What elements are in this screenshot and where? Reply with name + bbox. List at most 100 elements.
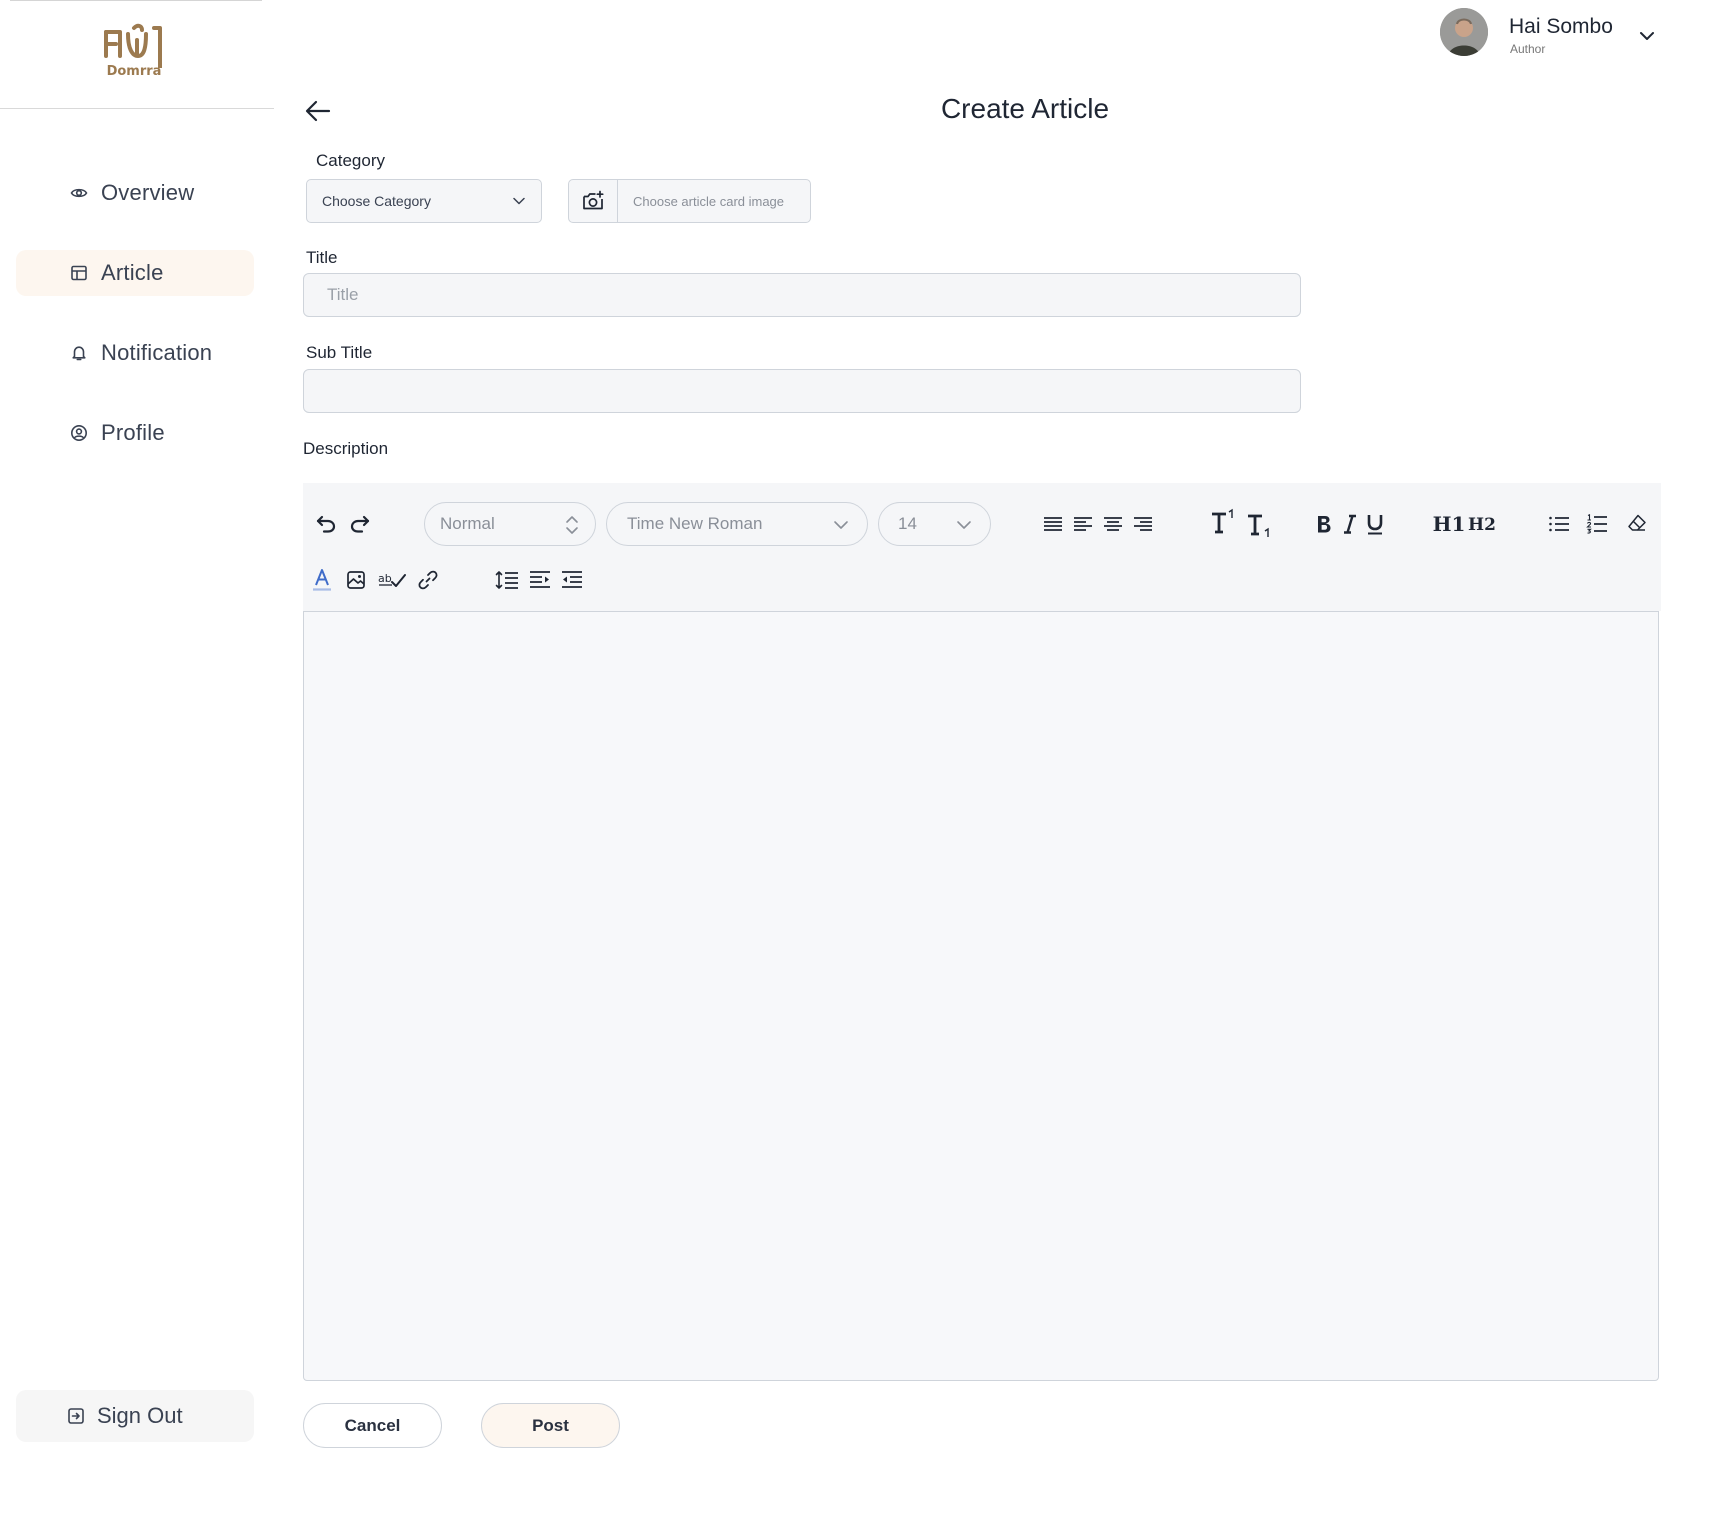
subscript-button[interactable] (1246, 508, 1274, 540)
eye-icon (70, 188, 88, 198)
align-justify-button[interactable] (1042, 514, 1064, 534)
editor-content-area[interactable] (303, 611, 1659, 1381)
bullet-list-icon (1549, 516, 1569, 532)
sidebar-item-label: Overview (101, 180, 195, 205)
sidebar-item-label: Notification (101, 340, 213, 365)
category-label: Category (316, 151, 385, 170)
font-size-select[interactable]: 14 (878, 502, 991, 546)
redo-icon (350, 515, 370, 533)
chevron-up-down-icon (566, 516, 578, 534)
superscript-button[interactable] (1210, 506, 1238, 538)
sidebar: Domrra Overview Article Notification Pro… (0, 0, 274, 1527)
undo-icon (316, 515, 336, 533)
line-height-icon (495, 571, 518, 589)
category-select-value: Choose Category (322, 193, 431, 209)
sign-out-button[interactable]: Sign Out (16, 1390, 254, 1442)
back-button[interactable] (304, 98, 332, 124)
user-role: Author (1510, 42, 1546, 56)
align-justify-icon (1044, 517, 1062, 531)
sign-out-icon (68, 1408, 84, 1424)
superscript-icon (1212, 508, 1233, 534)
category-select[interactable]: Choose Category (306, 179, 542, 223)
align-center-button[interactable] (1102, 514, 1124, 534)
image-picker-placeholder: Choose article card image (633, 194, 785, 209)
sidebar-divider (0, 108, 274, 109)
description-label: Description (303, 439, 389, 458)
logo-mark-icon (104, 23, 162, 74)
line-height-button[interactable] (495, 569, 519, 591)
link-icon (418, 570, 438, 590)
sidebar-item-label: Profile (101, 420, 165, 445)
chevron-down-icon (513, 197, 525, 205)
clear-format-button[interactable] (1626, 512, 1648, 534)
title-label: Title (306, 248, 338, 267)
align-left-icon (1074, 517, 1092, 531)
sidebar-item-notification[interactable]: Notification (16, 330, 254, 376)
page-title: Create Article (940, 93, 1110, 124)
outdent-button[interactable] (561, 569, 583, 591)
avatar-photo-icon (1440, 8, 1488, 56)
heading-1-label: H1 (1432, 512, 1466, 536)
svg-text:ab: ab (378, 572, 392, 585)
subtitle-label: Sub Title (306, 343, 373, 362)
bell-icon (72, 346, 86, 361)
numbered-list-icon (1586, 514, 1607, 534)
article-image-picker[interactable]: Choose article card image (568, 179, 811, 223)
paragraph-style-value: Normal (440, 514, 495, 533)
bold-button[interactable] (1313, 511, 1335, 537)
heading-2-button[interactable]: H2 (1468, 512, 1496, 538)
layout-icon (71, 265, 87, 281)
heading-1-button[interactable]: H1 (1432, 510, 1466, 538)
camera-button[interactable] (569, 180, 618, 222)
chevron-down-icon (1640, 32, 1654, 40)
redo-button[interactable] (348, 511, 372, 537)
avatar (1440, 8, 1488, 56)
font-size-value: 14 (898, 514, 917, 533)
user-name: Hai Sombo (1509, 15, 1613, 38)
numbered-list-button[interactable] (1586, 513, 1608, 535)
user-menu[interactable]: Hai Sombo Author (1440, 8, 1660, 58)
image-icon (347, 571, 365, 589)
spellcheck-button[interactable]: ab (378, 569, 406, 591)
sidebar-item-profile[interactable]: Profile (16, 410, 254, 456)
outdent-icon (562, 571, 582, 588)
undo-button[interactable] (314, 511, 338, 537)
camera-add-icon (583, 190, 604, 210)
brand-logo[interactable]: Domrra (98, 18, 170, 80)
align-right-icon (1134, 517, 1152, 531)
font-family-select[interactable]: Time New Roman (606, 502, 868, 546)
sidebar-item-article[interactable]: Article (16, 250, 254, 296)
sign-out-label: Sign Out (97, 1403, 183, 1428)
align-left-button[interactable] (1072, 514, 1094, 534)
insert-link-button[interactable] (417, 569, 439, 591)
indent-button[interactable] (529, 569, 551, 591)
insert-image-button[interactable] (345, 569, 367, 591)
title-input[interactable] (303, 273, 1301, 317)
post-button[interactable]: Post (481, 1403, 620, 1448)
subtitle-input[interactable] (303, 369, 1301, 413)
align-right-button[interactable] (1132, 514, 1154, 534)
subscript-icon (1248, 514, 1269, 537)
bold-icon (1318, 516, 1331, 533)
sidebar-item-overview[interactable]: Overview (16, 170, 254, 216)
chevron-down-icon (834, 521, 848, 529)
indent-icon (530, 571, 550, 588)
spellcheck-icon: ab (378, 572, 406, 587)
sidebar-nav: Overview Article Notification Profile (16, 170, 254, 490)
paragraph-style-select[interactable]: Normal (424, 502, 596, 546)
brand-name: Domrra (106, 64, 162, 79)
heading-2-label: H2 (1468, 515, 1496, 535)
underline-icon (1367, 515, 1383, 535)
eraser-icon (1628, 514, 1646, 531)
arrow-left-icon (305, 100, 331, 122)
text-color-button[interactable] (311, 567, 333, 593)
bullet-list-button[interactable] (1548, 514, 1570, 534)
editor-toolbar: Normal Time New Roman 14 H1 H2 ab (303, 483, 1661, 611)
italic-button[interactable] (1341, 511, 1359, 537)
chevron-down-icon (957, 521, 971, 529)
cancel-button[interactable]: Cancel (303, 1403, 442, 1448)
underline-button[interactable] (1365, 511, 1385, 537)
align-center-icon (1104, 517, 1122, 531)
font-family-value: Time New Roman (627, 514, 763, 533)
user-circle-icon (71, 425, 87, 441)
